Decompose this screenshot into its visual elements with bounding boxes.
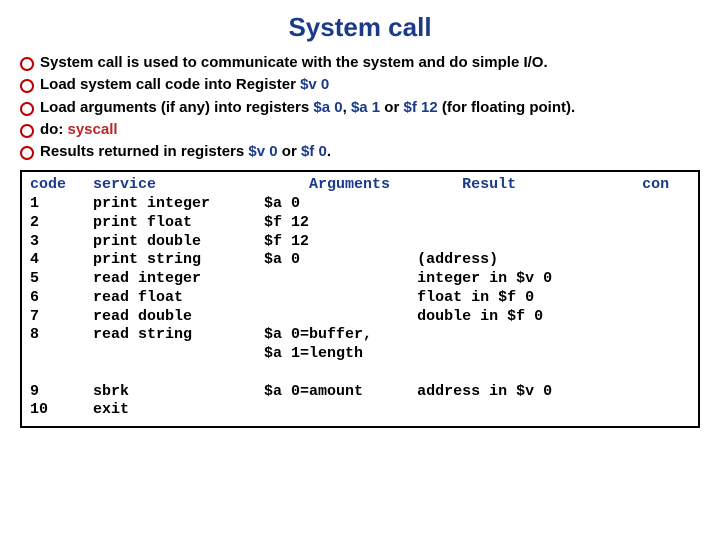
table-row: 1 print integer $a 0: [30, 195, 690, 214]
table-row: 3 print double $f 12: [30, 233, 690, 252]
table-row: $a 1=length: [30, 345, 690, 364]
table-row: 8 read string $a 0=buffer,: [30, 326, 690, 345]
table-row: 4 print string $a 0 (address): [30, 251, 690, 270]
table-blank-row: [30, 364, 690, 383]
table-row: 5 read integer integer in $v 0: [30, 270, 690, 289]
table-row: 9 sbrk $a 0=amount address in $v 0: [30, 383, 690, 402]
table-row: 6 read float float in $f 0: [30, 289, 690, 308]
bullet-list: System call is used to communicate with …: [20, 53, 700, 162]
bullet-icon: [20, 79, 34, 93]
bullet-text: Load arguments (if any) into registers $…: [40, 98, 575, 118]
syscall-table: code service Arguments Result con1 print…: [20, 170, 700, 428]
slide-title: System call: [20, 12, 700, 43]
bullet-text: do: syscall: [40, 120, 118, 140]
table-row: 2 print float $f 12: [30, 214, 690, 233]
bullet-icon: [20, 57, 34, 71]
bullet-text: Results returned in registers $v 0 or $f…: [40, 142, 331, 162]
bullet-item: do: syscall: [20, 120, 700, 140]
bullet-text: System call is used to communicate with …: [40, 53, 548, 73]
bullet-item: Results returned in registers $v 0 or $f…: [20, 142, 700, 162]
table-header-row: code service Arguments Result con: [30, 176, 690, 195]
table-row: 7 read double double in $f 0: [30, 308, 690, 327]
bullet-icon: [20, 124, 34, 138]
bullet-item: Load system call code into Register $v 0: [20, 75, 700, 95]
bullet-icon: [20, 146, 34, 160]
bullet-item: Load arguments (if any) into registers $…: [20, 98, 700, 118]
bullet-text: Load system call code into Register $v 0: [40, 75, 329, 95]
bullet-item: System call is used to communicate with …: [20, 53, 700, 73]
table-row: 10 exit: [30, 401, 690, 420]
bullet-icon: [20, 102, 34, 116]
